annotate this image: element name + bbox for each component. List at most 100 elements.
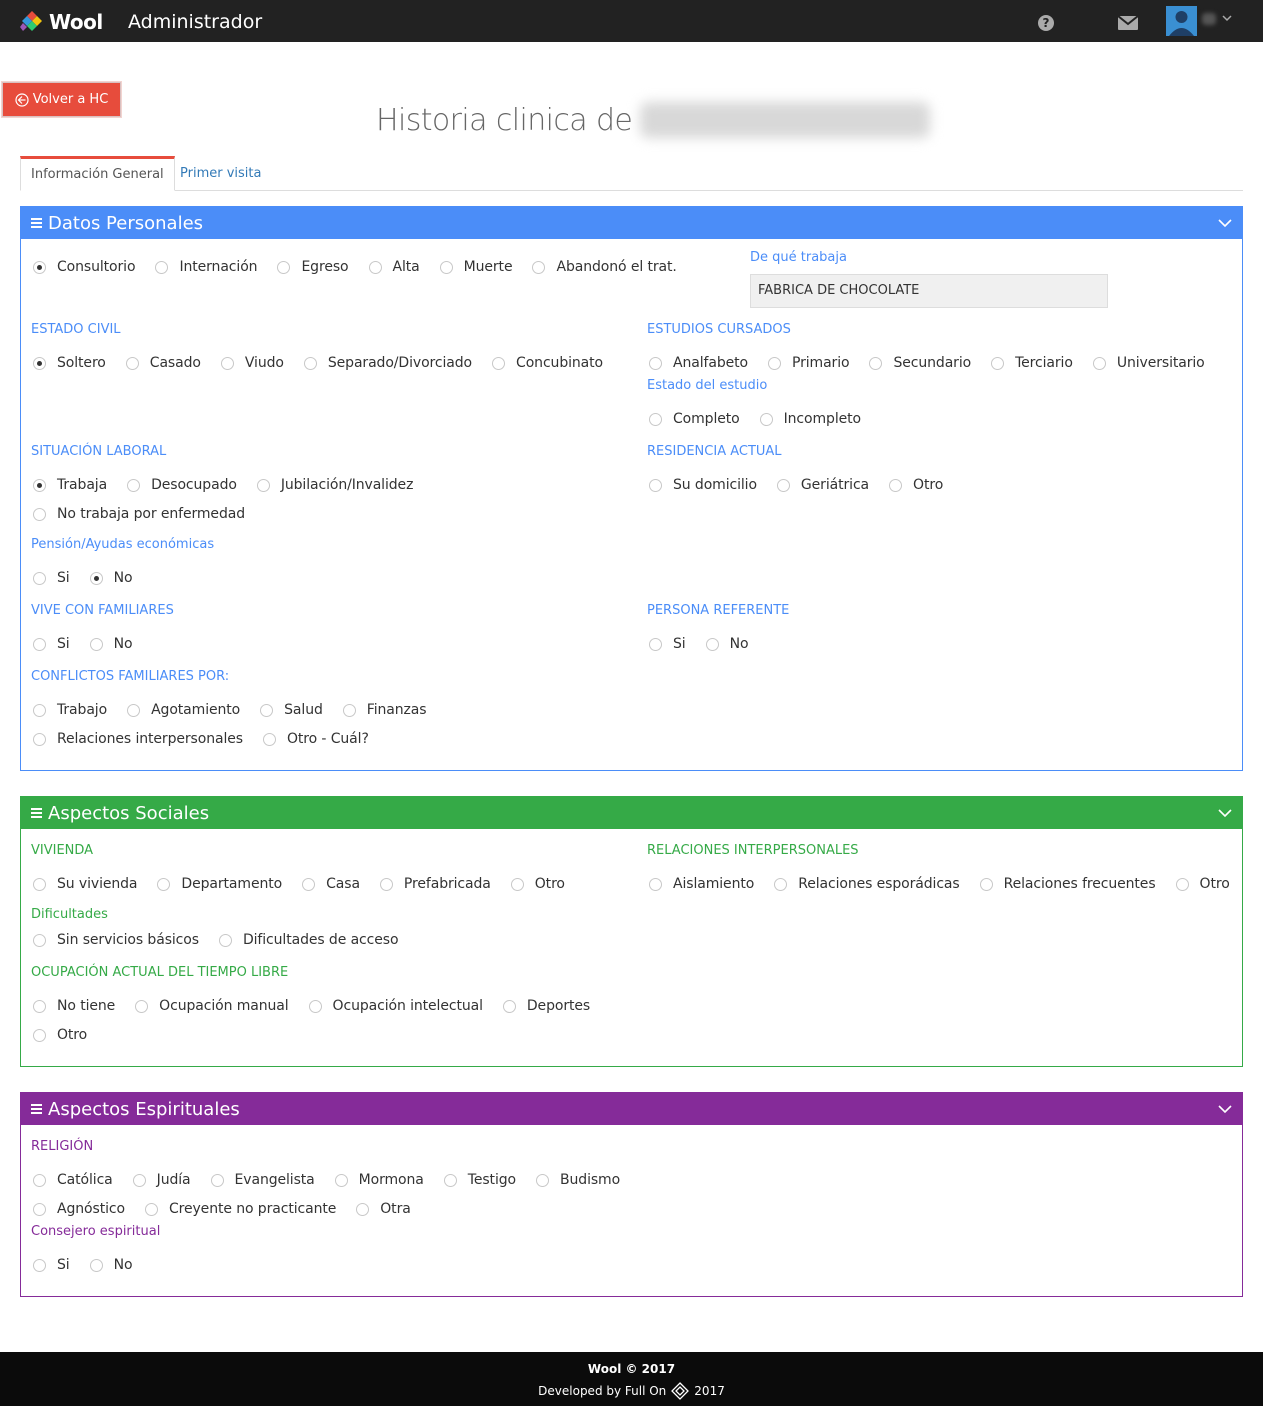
radio-option[interactable]: Creyente no practicante: [144, 1201, 336, 1217]
radio-option[interactable]: Alta: [368, 259, 420, 275]
radio-unselected-icon[interactable]: [334, 1173, 348, 1187]
radio-option[interactable]: Mormona: [334, 1172, 424, 1188]
radio-unselected-icon[interactable]: [536, 1173, 549, 1187]
radio-option[interactable]: Budismo: [536, 1172, 620, 1188]
radio-option[interactable]: Secundario: [869, 355, 971, 371]
radio-unselected-icon[interactable]: [502, 999, 516, 1013]
radio-unselected-icon[interactable]: [379, 877, 393, 891]
radio-option[interactable]: Deportes: [502, 998, 590, 1014]
radio-option[interactable]: Su vivienda: [33, 876, 138, 892]
envelope-icon[interactable]: [1118, 16, 1138, 30]
radio-option[interactable]: Universitario: [1092, 355, 1205, 371]
radio-unselected-icon[interactable]: [33, 999, 46, 1013]
radio-option[interactable]: Completo: [649, 411, 740, 427]
radio-unselected-icon[interactable]: [649, 637, 662, 651]
radio-selected-icon[interactable]: [33, 260, 46, 274]
radio-unselected-icon[interactable]: [260, 703, 274, 717]
radio-unselected-icon[interactable]: [889, 478, 903, 492]
radio-option[interactable]: Evangelista: [210, 1172, 315, 1188]
radio-option[interactable]: Concubinato: [492, 355, 603, 371]
radio-option[interactable]: No: [89, 1257, 133, 1273]
radio-unselected-icon[interactable]: [210, 1173, 224, 1187]
radio-option[interactable]: Relaciones frecuentes: [979, 876, 1156, 892]
radio-unselected-icon[interactable]: [776, 478, 790, 492]
radio-unselected-icon[interactable]: [774, 877, 788, 891]
radio-option[interactable]: Internación: [155, 259, 258, 275]
radio-option[interactable]: Salud: [260, 702, 323, 718]
radio-unselected-icon[interactable]: [308, 999, 322, 1013]
radio-option[interactable]: Primario: [767, 355, 850, 371]
radio-option[interactable]: Soltero: [33, 355, 106, 371]
radio-option[interactable]: Aislamiento: [649, 876, 754, 892]
radio-unselected-icon[interactable]: [33, 703, 46, 717]
user-avatar-icon[interactable]: [1166, 6, 1197, 36]
radio-option[interactable]: Abandonó el trat.: [532, 259, 677, 275]
radio-unselected-icon[interactable]: [439, 260, 453, 274]
radio-option[interactable]: Si: [33, 1257, 70, 1273]
radio-option[interactable]: Desocupado: [127, 477, 237, 493]
radio-unselected-icon[interactable]: [443, 1173, 457, 1187]
radio-unselected-icon[interactable]: [256, 478, 270, 492]
question-circle-icon[interactable]: ?: [1038, 15, 1054, 31]
radio-unselected-icon[interactable]: [303, 356, 317, 370]
radio-option[interactable]: Casa: [302, 876, 360, 892]
radio-option[interactable]: Incompleto: [759, 411, 861, 427]
radio-unselected-icon[interactable]: [218, 933, 232, 947]
radio-option[interactable]: Si: [33, 570, 70, 586]
radio-option[interactable]: Ocupación manual: [135, 998, 289, 1014]
radio-option[interactable]: Ocupación intelectual: [308, 998, 483, 1014]
radio-unselected-icon[interactable]: [510, 877, 524, 891]
radio-unselected-icon[interactable]: [89, 637, 103, 651]
radio-unselected-icon[interactable]: [33, 877, 46, 891]
radio-option[interactable]: Analfabeto: [649, 355, 748, 371]
chevron-down-icon[interactable]: [1218, 806, 1232, 820]
radio-option[interactable]: Terciario: [991, 355, 1073, 371]
radio-selected-icon[interactable]: [89, 571, 103, 585]
radio-unselected-icon[interactable]: [33, 1173, 46, 1187]
radio-option[interactable]: Relaciones esporádicas: [774, 876, 960, 892]
panel-header[interactable]: Aspectos Sociales: [21, 797, 1242, 829]
brand[interactable]: Wool: [20, 10, 103, 34]
radio-option[interactable]: Finanzas: [342, 702, 427, 718]
radio-option[interactable]: Muerte: [439, 259, 513, 275]
radio-unselected-icon[interactable]: [1175, 877, 1189, 891]
radio-option[interactable]: Otro: [889, 477, 943, 493]
radio-unselected-icon[interactable]: [33, 732, 46, 746]
radio-option[interactable]: Otro: [1175, 876, 1230, 892]
radio-unselected-icon[interactable]: [649, 412, 662, 426]
radio-unselected-icon[interactable]: [869, 356, 883, 370]
radio-option[interactable]: Geriátrica: [776, 477, 869, 493]
radio-option[interactable]: Si: [33, 636, 70, 652]
radio-unselected-icon[interactable]: [33, 571, 46, 585]
radio-option[interactable]: Trabajo: [33, 702, 107, 718]
radio-option[interactable]: Relaciones interpersonales: [33, 731, 243, 747]
radio-unselected-icon[interactable]: [705, 637, 719, 651]
radio-unselected-icon[interactable]: [33, 933, 46, 947]
radio-unselected-icon[interactable]: [1092, 356, 1106, 370]
radio-option[interactable]: Casado: [125, 355, 201, 371]
radio-unselected-icon[interactable]: [356, 1202, 370, 1216]
radio-option[interactable]: Separado/Divorciado: [303, 355, 472, 371]
radio-unselected-icon[interactable]: [277, 260, 291, 274]
radio-option[interactable]: No: [89, 570, 133, 586]
radio-unselected-icon[interactable]: [33, 1202, 46, 1216]
radio-option[interactable]: Consultorio: [33, 259, 136, 275]
radio-unselected-icon[interactable]: [532, 260, 546, 274]
radio-unselected-icon[interactable]: [33, 1258, 46, 1272]
radio-unselected-icon[interactable]: [492, 356, 506, 370]
radio-unselected-icon[interactable]: [649, 478, 662, 492]
radio-unselected-icon[interactable]: [155, 260, 169, 274]
chevron-down-icon[interactable]: [1218, 216, 1232, 230]
radio-unselected-icon[interactable]: [33, 637, 46, 651]
panel-header[interactable]: Datos Personales: [21, 207, 1242, 239]
radio-unselected-icon[interactable]: [649, 356, 662, 370]
radio-unselected-icon[interactable]: [144, 1202, 158, 1216]
radio-option[interactable]: Sin servicios básicos: [33, 932, 199, 948]
radio-option[interactable]: No tiene: [33, 998, 115, 1014]
radio-option[interactable]: No trabaja por enfermedad: [33, 506, 245, 522]
radio-option[interactable]: Otra: [356, 1201, 411, 1217]
radio-unselected-icon[interactable]: [127, 478, 141, 492]
radio-unselected-icon[interactable]: [649, 877, 662, 891]
radio-unselected-icon[interactable]: [767, 356, 781, 370]
tab-informacion-general[interactable]: Información General: [20, 156, 175, 191]
